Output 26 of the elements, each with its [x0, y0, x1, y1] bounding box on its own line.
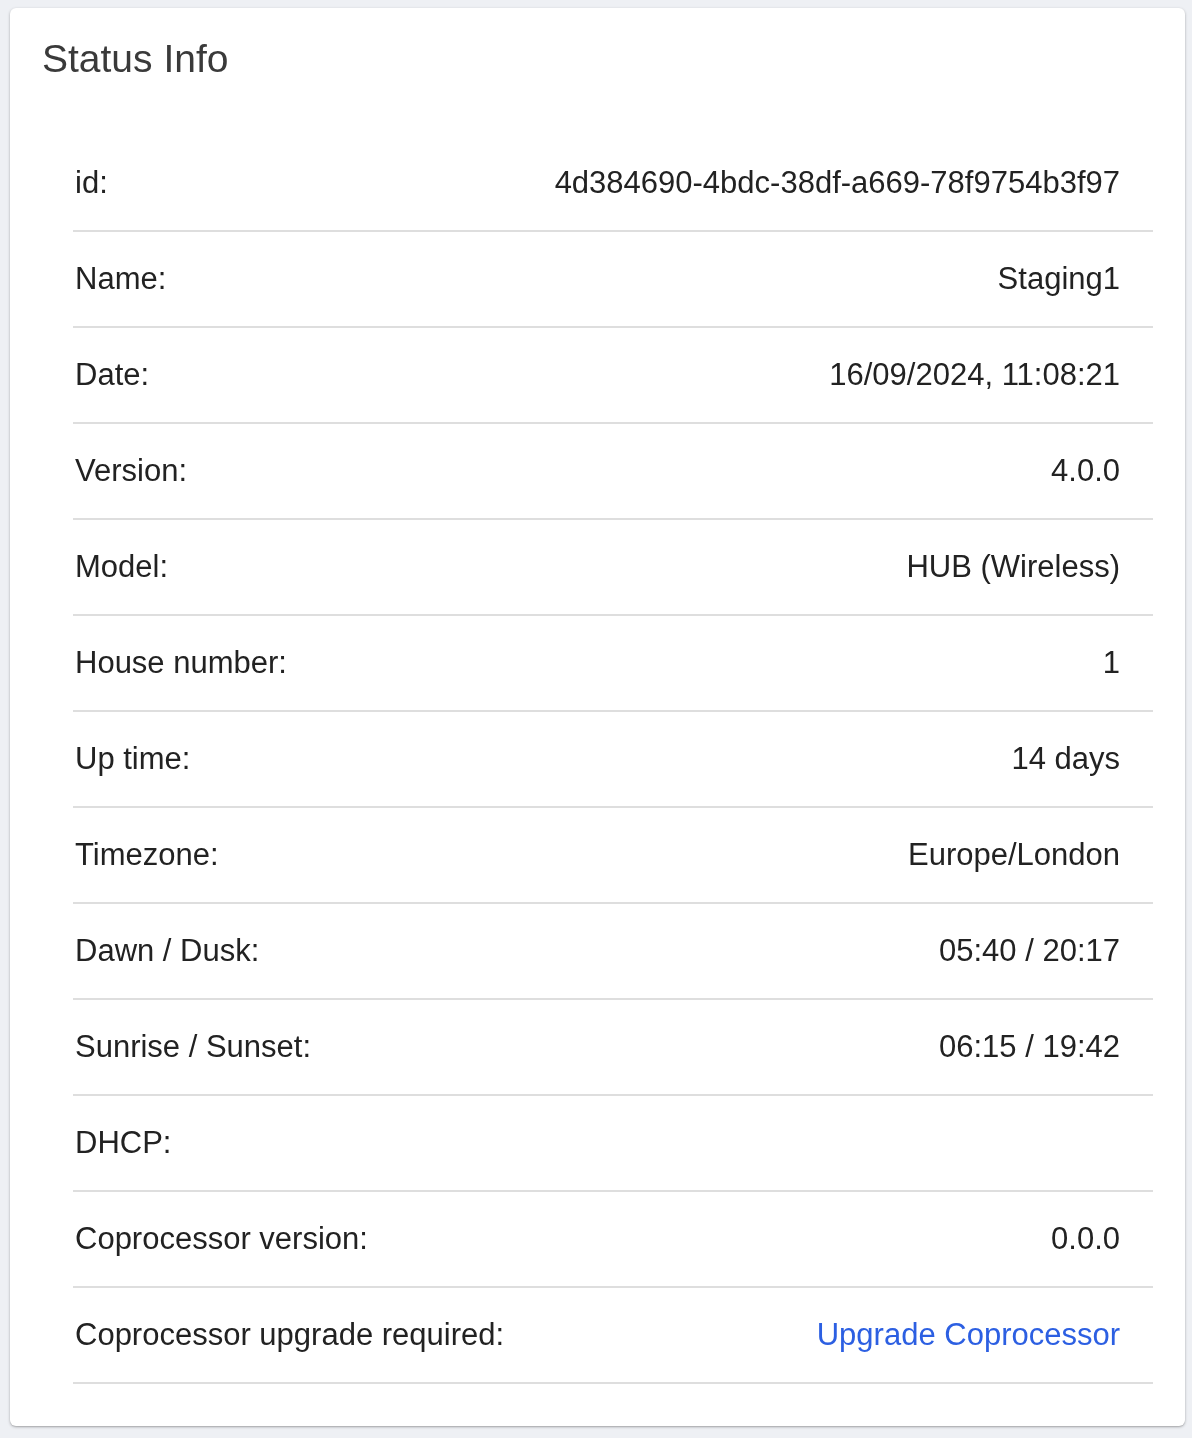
field-value: 05:40 / 20:17 — [939, 932, 1120, 970]
field-label: Coprocessor upgrade required: — [75, 1316, 505, 1354]
card-title: Status Info — [42, 36, 229, 82]
field-label: Model: — [75, 548, 169, 586]
field-value: Europe/London — [907, 836, 1120, 874]
field-value: 0.0.0 — [1051, 1220, 1120, 1258]
field-label: Version: — [75, 452, 187, 490]
field-value: 1 — [1102, 644, 1120, 682]
field-label: Timezone: — [75, 836, 219, 874]
field-label: DHCP: — [75, 1124, 172, 1162]
upgrade-link[interactable]: Upgrade Coprocessor — [816, 1316, 1120, 1354]
field-value: 06:15 / 19:42 — [939, 1028, 1120, 1066]
field-label: House number: — [75, 644, 287, 682]
field-value: 14 days — [1011, 740, 1120, 778]
field-label: Coprocessor version: — [75, 1220, 368, 1258]
field-label: Date: — [75, 356, 150, 394]
field-value: 4.0.0 — [1051, 452, 1120, 490]
field-value: 4d384690-4bdc-38df-a669-78f9754b3f97 — [554, 164, 1120, 202]
field-value: HUB (Wireless) — [906, 548, 1120, 586]
field-label: Dawn / Dusk: — [75, 932, 260, 970]
field-value: 16/09/2024, 11:08:21 — [829, 356, 1120, 394]
field-label: id: — [75, 164, 108, 202]
field-label: Up time: — [75, 740, 191, 778]
field-label: Name: — [75, 260, 167, 298]
field-label: Sunrise / Sunset: — [75, 1028, 312, 1066]
field-value: Staging1 — [997, 260, 1120, 298]
